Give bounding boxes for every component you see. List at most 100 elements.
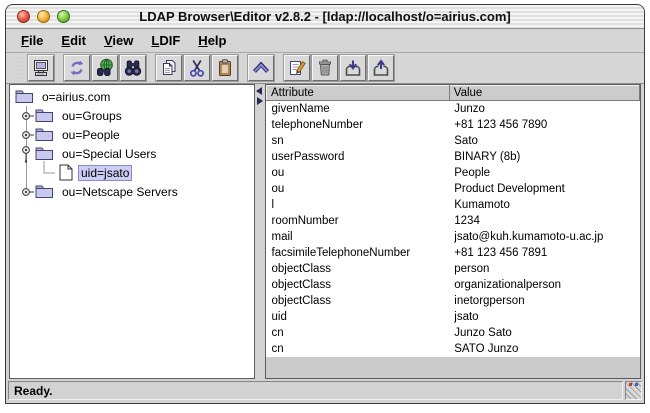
collapse-right-icon[interactable] bbox=[257, 97, 263, 105]
attr-cell: ou bbox=[271, 182, 285, 195]
import-icon bbox=[343, 58, 363, 78]
value-cell: organizationalperson bbox=[454, 278, 562, 291]
value-cell: Sato bbox=[454, 134, 478, 147]
menu-ldif[interactable]: LDIF bbox=[142, 31, 189, 50]
edit-entry-button[interactable] bbox=[283, 54, 311, 82]
table-row[interactable]: l Kumamoto bbox=[267, 197, 640, 213]
tree-item-label: ou=Netscape Servers bbox=[62, 184, 178, 199]
menu-bar: File Edit View LDIF Help bbox=[6, 29, 644, 53]
expand-toggle-icon[interactable] bbox=[17, 129, 35, 141]
value-cell: +81 123 456 7890 bbox=[454, 118, 548, 131]
window-title: LDAP Browser\Editor v2.8.2 - [ldap://loc… bbox=[139, 9, 511, 24]
split-divider[interactable] bbox=[255, 84, 265, 379]
table-header-row: Attribute Value bbox=[266, 85, 640, 101]
import-ldif-button[interactable] bbox=[339, 54, 367, 82]
grip-blue-dot bbox=[635, 383, 638, 386]
tree-item-root[interactable]: o=airius.com bbox=[10, 87, 254, 106]
table-row[interactable]: telephoneNumber +81 123 456 7890 bbox=[267, 117, 640, 133]
value-cell: SATO Junzo bbox=[454, 342, 519, 355]
attr-cell: objectClass bbox=[271, 262, 331, 275]
table-row[interactable]: ou Product Development bbox=[267, 181, 640, 197]
collapse-toggle-icon[interactable] bbox=[17, 144, 35, 163]
collapse-left-icon[interactable] bbox=[256, 87, 262, 95]
tree-item-jsato[interactable]: uid=jsato bbox=[10, 160, 254, 182]
tree-item-label: ou=People bbox=[62, 127, 120, 142]
attributes-panel: Attribute Value givenName Junzo telephone… bbox=[265, 84, 641, 379]
zoom-button[interactable] bbox=[57, 10, 70, 23]
attr-cell: givenName bbox=[271, 102, 330, 115]
attr-cell: cn bbox=[271, 342, 284, 355]
tree-item-label: o=airius.com bbox=[42, 89, 111, 104]
attr-cell: userPassword bbox=[271, 150, 345, 163]
search-directory-button[interactable] bbox=[91, 54, 119, 82]
copy-button[interactable] bbox=[155, 54, 183, 82]
value-cell: jsato@kuh.kumamoto-u.ac.jp bbox=[454, 230, 604, 243]
close-button[interactable] bbox=[17, 10, 30, 23]
up-one-level-button[interactable] bbox=[247, 54, 275, 82]
resize-grip[interactable] bbox=[625, 381, 642, 400]
table-row[interactable]: sn Sato bbox=[267, 133, 640, 149]
table-row[interactable]: facsimileTelephoneNumber +81 123 456 7891 bbox=[267, 245, 640, 261]
minimize-button[interactable] bbox=[37, 10, 50, 23]
main-area: o=airius.com ou=Groups ou=People ou=Spec… bbox=[6, 84, 644, 379]
tree-item-people[interactable]: ou=People bbox=[10, 125, 254, 144]
toolbar-drag-handle[interactable] bbox=[11, 56, 23, 80]
value-cell: Product Development bbox=[454, 182, 565, 195]
table-row[interactable]: objectClass person bbox=[267, 261, 640, 277]
menu-edit[interactable]: Edit bbox=[52, 31, 95, 50]
scissors-icon bbox=[187, 58, 207, 78]
status-message: Ready. bbox=[8, 381, 623, 400]
table-row[interactable]: objectClass inetorgperson bbox=[267, 293, 640, 309]
table-row[interactable]: givenName Junzo bbox=[267, 101, 640, 117]
attr-cell: cn bbox=[271, 326, 284, 339]
table-row[interactable]: mail jsato@kuh.kumamoto-u.ac.jp bbox=[267, 229, 640, 245]
table-row[interactable]: objectClass organizationalperson bbox=[267, 277, 640, 293]
table-row[interactable]: userPassword BINARY (8b) bbox=[267, 149, 640, 165]
copy-icon bbox=[159, 58, 179, 78]
table-row[interactable]: cn SATO Junzo bbox=[267, 341, 640, 357]
cut-button[interactable] bbox=[183, 54, 211, 82]
delete-entry-button[interactable] bbox=[311, 54, 339, 82]
menu-view[interactable]: View bbox=[95, 31, 142, 50]
export-ldif-button[interactable] bbox=[367, 54, 395, 82]
tree-item-netscape-servers[interactable]: ou=Netscape Servers bbox=[10, 182, 254, 201]
table-row[interactable]: uid jsato bbox=[267, 309, 640, 325]
table-row[interactable]: ou People bbox=[267, 165, 640, 181]
paste-button[interactable] bbox=[211, 54, 239, 82]
attr-cell: ou bbox=[271, 166, 285, 179]
attr-cell: uid bbox=[271, 310, 287, 323]
table-row[interactable]: roomNumber 1234 bbox=[267, 213, 640, 229]
column-header-attribute[interactable]: Attribute bbox=[266, 85, 450, 101]
status-bar: Ready. bbox=[6, 379, 644, 403]
refresh-button[interactable] bbox=[63, 54, 91, 82]
tree-item-groups[interactable]: ou=Groups bbox=[10, 106, 254, 125]
monitor-icon bbox=[31, 58, 51, 78]
value-cell: BINARY (8b) bbox=[454, 150, 521, 163]
attr-cell: telephoneNumber bbox=[271, 118, 363, 131]
clipboard-icon bbox=[215, 58, 235, 78]
connect-button[interactable] bbox=[27, 54, 55, 82]
folder-icon bbox=[35, 184, 54, 199]
menu-file[interactable]: File bbox=[12, 31, 52, 50]
table-row[interactable]: cn Junzo Sato bbox=[267, 325, 640, 341]
title-bar[interactable]: LDAP Browser\Editor v2.8.2 - [ldap://loc… bbox=[6, 5, 644, 29]
folder-icon bbox=[15, 89, 34, 104]
grip-red-dot bbox=[629, 383, 632, 386]
value-cell: People bbox=[454, 166, 491, 179]
chevron-up-icon bbox=[251, 58, 271, 78]
expand-toggle-icon[interactable] bbox=[17, 110, 35, 122]
attr-cell: objectClass bbox=[271, 278, 331, 291]
tree-item-label: ou=Groups bbox=[62, 108, 122, 123]
value-cell: person bbox=[454, 262, 490, 275]
expand-toggle-icon[interactable] bbox=[17, 186, 35, 198]
traffic-lights bbox=[17, 10, 70, 23]
column-header-value[interactable]: Value bbox=[448, 85, 640, 101]
export-icon bbox=[371, 58, 391, 78]
attr-cell: sn bbox=[271, 134, 284, 147]
menu-help[interactable]: Help bbox=[189, 31, 235, 50]
attr-cell: mail bbox=[271, 230, 293, 243]
search-button[interactable] bbox=[119, 54, 147, 82]
value-cell: +81 123 456 7891 bbox=[454, 246, 548, 259]
tree-item-label: uid=jsato bbox=[78, 164, 133, 181]
binoculars-icon bbox=[123, 58, 143, 78]
